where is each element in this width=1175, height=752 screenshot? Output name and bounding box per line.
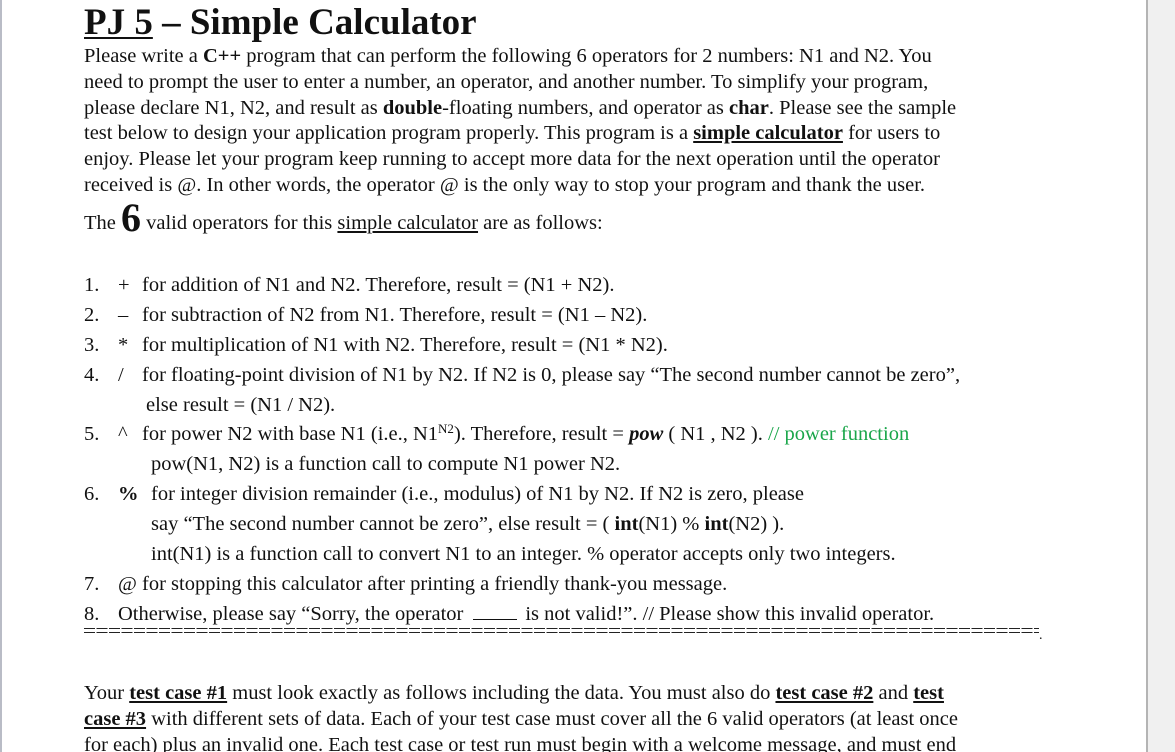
operator-symbol: +: [118, 274, 130, 296]
int-function: int: [614, 513, 639, 536]
operator-count: 6: [121, 195, 141, 240]
code-comment: // power function: [768, 423, 910, 446]
operator-symbol: *: [118, 333, 129, 356]
text-run: for each) plus an invalid one. Each test…: [84, 733, 957, 752]
operator-item-division: 4. / for floating-point division of N1 b…: [84, 361, 1064, 391]
intro-line: Please write a C++ program that can perf…: [84, 44, 1059, 70]
item-number: 1.: [84, 274, 100, 296]
testcase-line: for each) plus an invalid one. Each test…: [84, 733, 1059, 752]
emphasized-term: test case #2: [775, 682, 874, 704]
item-number: 2.: [84, 303, 100, 326]
document-viewer: PJ 5 – Simple Calculator Please write a …: [0, 0, 1175, 752]
operator-description: for floating-point division of N1 by N2.…: [142, 363, 961, 386]
emphasized-term: test: [913, 682, 944, 704]
bold-term: C++: [202, 45, 242, 67]
intro-line: enjoy. Please let your program keep runn…: [84, 147, 1059, 173]
operator-item-division-continued: else result = (N1 / N2).: [84, 391, 1064, 421]
intro-paragraph: Please write a C++ program that can perf…: [84, 44, 1059, 199]
text-run: please declare N1, N2, and result as: [84, 96, 383, 119]
operator-description-continued: else result = (N1 / N2).: [146, 393, 336, 416]
operator-symbol: –: [118, 303, 129, 326]
text-run: need to prompt the user to enter a numbe…: [84, 70, 929, 93]
operator-symbol: @: [118, 572, 137, 595]
operator-list: 1. + for addition of N1 and N2. Therefor…: [84, 271, 1064, 630]
emphasized-term: test case #1: [129, 682, 228, 704]
operator-item-power: 5. ^ for power N2 with base N1 (i.e., N1…: [84, 420, 1064, 450]
operator-description: for subtraction of N2 from N1. Therefore…: [142, 303, 648, 326]
text-run: test below to design your application pr…: [84, 122, 694, 145]
operator-item-power-continued: pow(N1, N2) is a function call to comput…: [84, 450, 1064, 480]
operator-description: for stopping this calculator after print…: [142, 572, 728, 595]
power-text: for power N2 with base N1 (i.e., N1: [142, 423, 439, 446]
emphasized-term: case #3: [84, 707, 147, 730]
operator-description-continued: say “The second number cannot be zero”, …: [151, 510, 784, 540]
testcase-line: case #3 with different sets of data. Eac…: [84, 707, 1059, 733]
operator-description: for power N2 with base N1 (i.e., N1N2). …: [142, 420, 909, 450]
text-run: enjoy. Please let your program keep runn…: [84, 148, 940, 171]
text-run: Your: [84, 682, 130, 704]
invalid-text-after: is not valid!”. // Please show this inva…: [525, 602, 935, 625]
operator-description-continued: pow(N1, N2) is a function call to comput…: [151, 453, 621, 476]
operator-description: for integer division remainder (i.e., mo…: [151, 483, 804, 506]
heading-text-middle: valid operators for this: [141, 212, 338, 234]
item-number: 6.: [84, 483, 100, 506]
text-run: . Please see the sample: [768, 96, 957, 119]
text-run: with different sets of data. Each of you…: [146, 707, 958, 730]
operator-description: for addition of N1 and N2. Therefore, re…: [142, 274, 615, 296]
text-run: received is @. In other words, the opera…: [84, 173, 926, 196]
int-function: int: [704, 513, 729, 536]
text-run: Please write a: [84, 45, 203, 67]
operator-item-modulus: 6. % for integer division remainder (i.e…: [84, 480, 1064, 510]
power-text-after: ). Therefore, result =: [453, 423, 630, 446]
operator-item-subtraction: 2. – for subtraction of N2 from N1. Ther…: [84, 301, 1064, 331]
heading-text-before: The: [84, 212, 121, 234]
text-run: and: [873, 682, 914, 704]
operator-item-addition: 1. + for addition of N1 and N2. Therefor…: [84, 271, 1064, 301]
item-number: 5.: [84, 423, 100, 446]
operator-item-modulus-continued: say “The second number cannot be zero”, …: [84, 510, 1064, 540]
intro-line: please declare N1, N2, and result as dou…: [84, 96, 1059, 122]
operator-description-continued: int(N1) is a function call to convert N1…: [151, 543, 896, 566]
modulus-text-mid: (N1) %: [638, 513, 705, 536]
item-number: 7.: [84, 572, 100, 595]
pow-function-name: pow: [629, 423, 664, 446]
modulus-text: say “The second number cannot be zero”, …: [151, 513, 615, 536]
pow-function-args: ( N1 , N2 ).: [663, 423, 769, 446]
heading-text-after: are as follows:: [478, 212, 603, 234]
operator-item-stop: 7. @ for stopping this calculator after …: [84, 570, 1064, 600]
item-number: 3.: [84, 333, 100, 356]
intro-line: received is @. In other words, the opera…: [84, 173, 1059, 199]
bold-term: char: [729, 96, 769, 119]
operator-description: for multiplication of N1 with N2. Theref…: [142, 333, 668, 356]
operators-heading: The 6 valid operators for this simple ca…: [84, 198, 603, 243]
text-run: must look exactly as follows including t…: [227, 682, 776, 704]
bold-term: double: [382, 96, 443, 119]
operator-item-multiplication: 3. * for multiplication of N1 with N2. T…: [84, 331, 1064, 361]
invalid-text-before: Otherwise, please say “Sorry, the operat…: [118, 602, 464, 625]
simple-calculator-term: simple calculator: [337, 212, 479, 234]
exponent: N2: [438, 421, 454, 437]
text-run: program that can perform the following 6…: [241, 45, 932, 67]
intro-line: need to prompt the user to enter a numbe…: [84, 70, 1059, 96]
text-run: for users to: [842, 122, 941, 145]
page-title: PJ 5 – Simple Calculator: [84, 2, 477, 44]
emphasized-term: simple calculator: [693, 122, 843, 145]
title-project-number: PJ 5: [84, 2, 153, 43]
separator-end-mark: .: [1039, 628, 1043, 643]
operator-symbol: /: [118, 363, 124, 386]
operator-blank: [473, 600, 518, 620]
testcase-line: Your test case #1 must look exactly as f…: [84, 681, 1059, 707]
document-page: PJ 5 – Simple Calculator Please write a …: [0, 0, 1148, 752]
text-run: -floating numbers, and operator as: [442, 96, 730, 119]
separator-dash-gaps: [84, 626, 1039, 636]
title-text: – Simple Calculator: [152, 2, 477, 43]
operator-symbol: ^: [118, 423, 128, 446]
operator-item-modulus-note: int(N1) is a function call to convert N1…: [84, 540, 1064, 570]
item-number: 4.: [84, 363, 100, 386]
intro-line: test below to design your application pr…: [84, 121, 1059, 147]
separator-line: [84, 626, 1039, 636]
modulus-text-after: (N2) ).: [728, 513, 785, 536]
operator-symbol: %: [118, 483, 139, 506]
test-case-paragraph: Your test case #1 must look exactly as f…: [84, 681, 1059, 752]
